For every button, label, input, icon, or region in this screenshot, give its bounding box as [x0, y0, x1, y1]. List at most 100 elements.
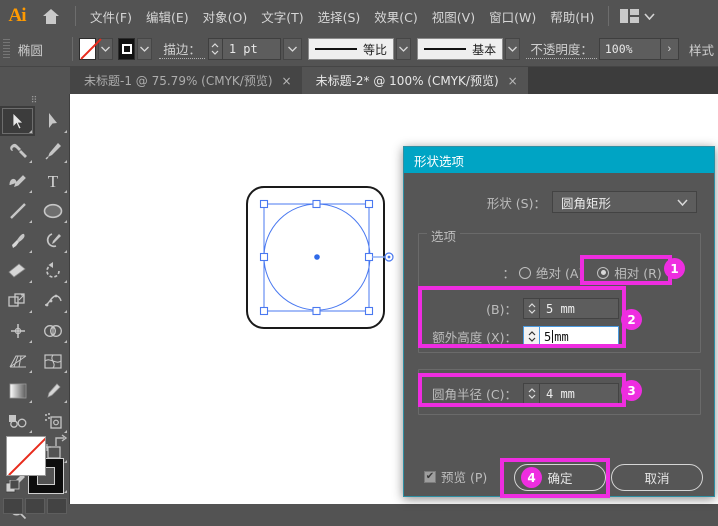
draw-inside-button[interactable]	[47, 498, 67, 514]
stroke-dropdown-button[interactable]	[137, 38, 153, 60]
annotation-highlight-2	[418, 286, 626, 348]
menu-select[interactable]: 选择(S)	[311, 3, 368, 30]
fill-color-swatch[interactable]	[79, 38, 97, 60]
opacity-flyout-button[interactable]: ›	[660, 38, 679, 60]
tool-corner-indicator	[29, 370, 32, 373]
tool-mesh[interactable]	[35, 346, 70, 376]
annotation-badge-1: 1	[664, 258, 685, 279]
annotation-badge-4: 4	[521, 467, 542, 488]
arrange-documents-button[interactable]	[616, 9, 659, 23]
menu-edit[interactable]: 编辑(E)	[139, 3, 196, 30]
tool-corner-indicator	[64, 160, 67, 163]
opacity-input[interactable]: 100%	[598, 38, 661, 60]
svg-text:T: T	[47, 172, 58, 190]
arrange-documents-icon	[620, 9, 640, 23]
tab-untitled-1[interactable]: 未标题-1 @ 75.79% (CMYK/预览) ×	[70, 67, 302, 94]
tool-corner-indicator	[29, 250, 32, 253]
menu-object[interactable]: 对象(O)	[196, 3, 255, 30]
tool-ellipse[interactable]	[35, 196, 70, 226]
stroke-color-swatch[interactable]	[118, 38, 136, 60]
tab-untitled-2[interactable]: 未标题-2* @ 100% (CMYK/预览) ×	[301, 67, 528, 94]
tools-panel-grip[interactable]: ⠿	[0, 94, 69, 106]
abs-rel-prefix: ：	[502, 266, 515, 281]
menu-window[interactable]: 窗口(W)	[482, 3, 543, 30]
stroke-weight-label[interactable]: 描边：	[159, 39, 205, 59]
tool-scale[interactable]	[0, 286, 35, 316]
tool-corner-indicator	[29, 190, 32, 193]
tool-eyedropper[interactable]	[35, 376, 70, 406]
draw-normal-button[interactable]	[3, 498, 23, 514]
menu-help[interactable]: 帮助(H)	[543, 3, 601, 30]
stroke-weight-dropdown-button[interactable]	[282, 38, 302, 60]
tool-shaper[interactable]	[35, 226, 70, 256]
tool-corner-indicator	[64, 310, 67, 313]
brush-preview-line	[424, 48, 467, 50]
menu-type[interactable]: 文字(T)	[254, 3, 310, 30]
chevron-down-icon	[677, 198, 688, 206]
shape-select[interactable]: 圆角矩形	[552, 191, 697, 213]
absolute-label: 绝对 (A)	[536, 266, 584, 281]
tool-perspective-grid[interactable]	[0, 346, 35, 376]
profile-dropdown-button[interactable]	[395, 38, 412, 60]
preview-checkbox[interactable]: ✔	[424, 470, 436, 483]
stroke-weight-stepper[interactable]	[207, 38, 223, 60]
tool-rotate[interactable]	[35, 256, 70, 286]
tool-eraser[interactable]	[0, 256, 35, 286]
stroke-profile-select[interactable]: 等比	[307, 38, 394, 60]
fill-color-box[interactable]	[6, 436, 46, 476]
close-icon[interactable]: ×	[508, 74, 518, 88]
opacity-label[interactable]: 不透明度：	[526, 39, 597, 59]
tool-direct-selection[interactable]	[35, 106, 70, 136]
menu-effect[interactable]: 效果(C)	[367, 3, 424, 30]
annotation-highlight-4	[500, 458, 610, 498]
brush-dropdown-button[interactable]	[505, 38, 521, 60]
shape-label: 形状 (S)：	[486, 195, 546, 211]
illustrator-logo: Ai	[8, 5, 27, 26]
tool-magic-wand[interactable]	[0, 136, 35, 166]
tool-line-segment[interactable]	[0, 196, 35, 226]
tool-gradient[interactable]	[0, 376, 35, 406]
cancel-button[interactable]: 取消	[611, 464, 703, 491]
tool-blend[interactable]	[0, 406, 35, 436]
tool-corner-indicator	[29, 160, 32, 163]
tool-corner-indicator	[64, 370, 67, 373]
tool-paintbrush[interactable]	[0, 226, 35, 256]
draw-behind-button[interactable]	[25, 498, 45, 514]
options-group-title: 选项	[427, 226, 461, 245]
profile-label: 等比	[362, 42, 387, 57]
tool-type[interactable]: T	[35, 166, 70, 196]
preview-checkbox-row[interactable]: ✔ 预览 (P)	[424, 467, 487, 486]
default-fill-stroke-icon[interactable]	[5, 479, 21, 497]
tools-panel: ⠿ T	[0, 94, 70, 520]
tab-title: 未标题-2* @ 100% (CMYK/预览)	[315, 74, 499, 88]
tool-corner-indicator	[64, 490, 67, 493]
brush-definition-select[interactable]: 基本	[417, 38, 504, 60]
tool-pen[interactable]	[35, 136, 70, 166]
control-bar-grip[interactable]	[3, 39, 10, 59]
menu-file[interactable]: 文件(F)	[83, 3, 139, 30]
tool-corner-indicator	[29, 310, 32, 313]
annotation-badge-3: 3	[621, 380, 642, 401]
tool-shape-builder[interactable]	[35, 316, 70, 346]
tool-corner-indicator	[64, 130, 67, 133]
absolute-radio[interactable]	[519, 266, 531, 279]
tool-width[interactable]	[35, 286, 70, 316]
cb-divider-1	[72, 37, 74, 61]
tool-curvature[interactable]	[0, 166, 35, 196]
swap-fill-stroke-icon[interactable]	[52, 434, 68, 450]
menu-view[interactable]: 视图(V)	[425, 3, 482, 30]
absolute-radio-option[interactable]: 绝对 (A)	[519, 263, 583, 282]
tool-free-transform[interactable]	[0, 316, 35, 346]
styles-label[interactable]: 样式	[685, 40, 718, 59]
home-icon[interactable]	[34, 0, 68, 32]
chevron-down-icon	[644, 12, 655, 20]
stroke-weight-input[interactable]: 1 pt	[222, 38, 281, 60]
center-anchor-point	[314, 254, 320, 260]
drawing-modes-row	[3, 498, 67, 514]
tool-selection[interactable]	[0, 106, 35, 136]
tool-symbol-sprayer[interactable]	[35, 406, 70, 436]
artwork-group[interactable]	[230, 178, 410, 361]
tool-corner-indicator	[64, 220, 67, 223]
fill-dropdown-button[interactable]	[98, 38, 114, 60]
close-icon[interactable]: ×	[282, 74, 292, 88]
